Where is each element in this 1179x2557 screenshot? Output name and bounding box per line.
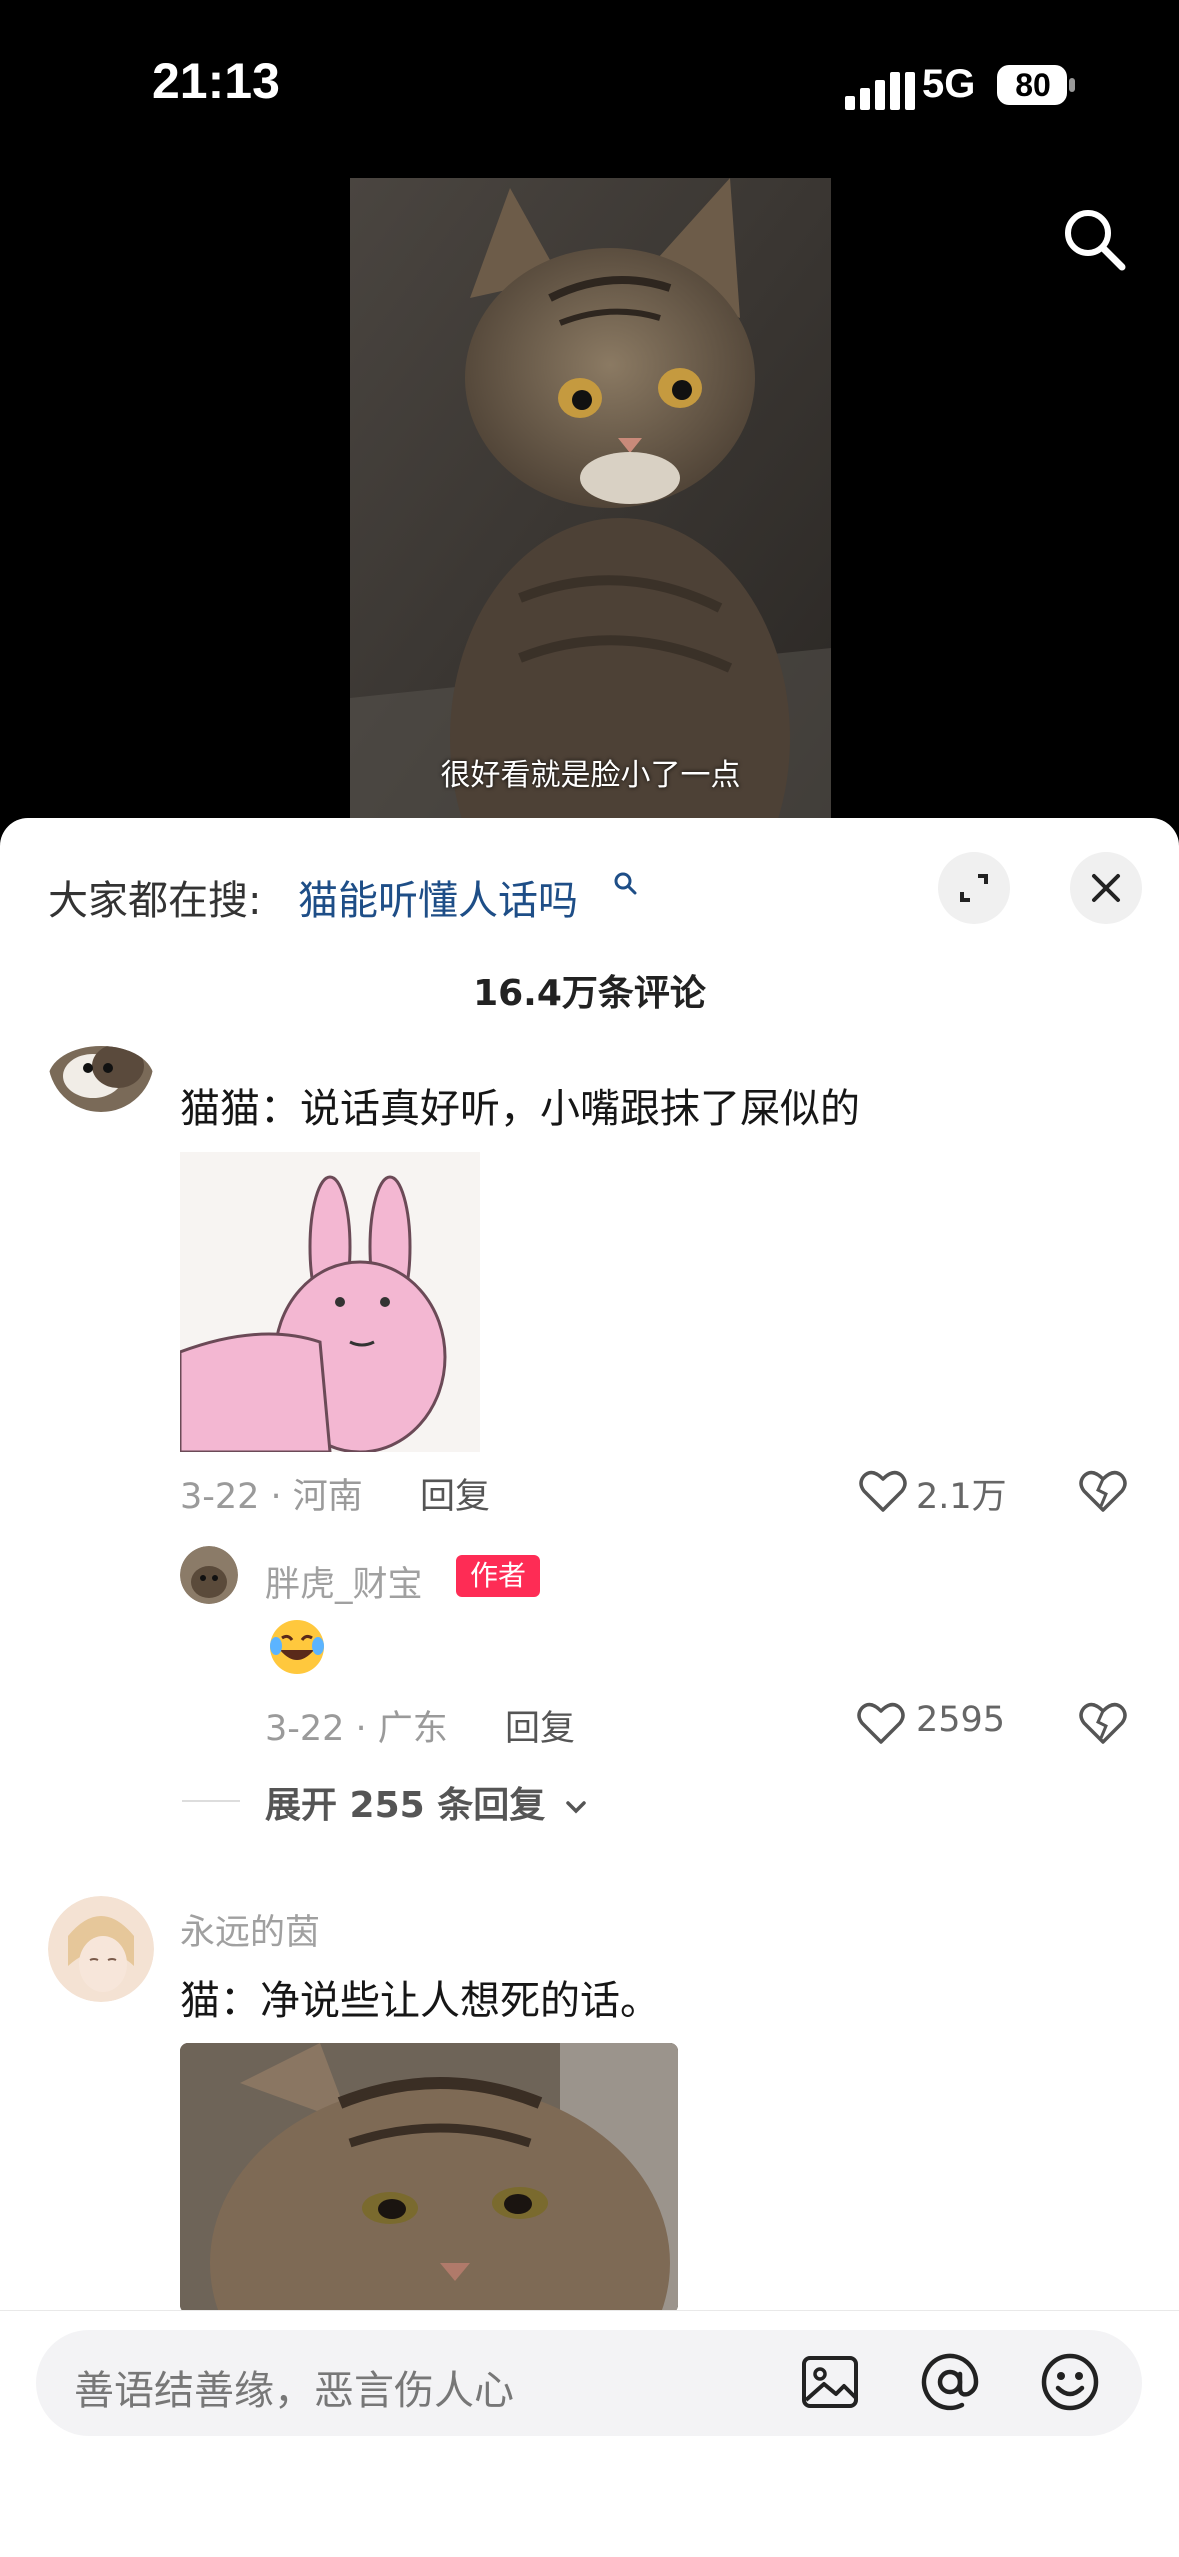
search-icon[interactable] bbox=[1060, 205, 1130, 275]
avatar[interactable] bbox=[48, 1896, 154, 2002]
divider bbox=[182, 1800, 240, 1802]
comment-image[interactable] bbox=[180, 2043, 678, 2313]
expand-replies-label: 展开 255 条回复 bbox=[265, 1785, 546, 1826]
search-icon[interactable] bbox=[612, 870, 638, 896]
laugh-cry-emoji-icon bbox=[270, 1620, 324, 1674]
comment-text: 猫：净说些让人想死的话。 bbox=[180, 1978, 660, 2024]
expand-replies-button[interactable]: 展开 255 条回复 bbox=[265, 1776, 590, 1828]
avatar[interactable] bbox=[180, 1546, 238, 1604]
heart-icon[interactable] bbox=[858, 1466, 908, 1516]
expand-icon bbox=[960, 874, 988, 902]
close-icon bbox=[1092, 874, 1120, 902]
like-count: 2.1万 bbox=[916, 1477, 1007, 1517]
comment-input-placeholder: 善语结善缘，恶言伤人心 bbox=[74, 2368, 514, 2414]
cat-video-frame bbox=[350, 178, 831, 823]
like-count: 2595 bbox=[916, 1700, 1006, 1740]
close-button[interactable] bbox=[1070, 852, 1142, 924]
author-badge: 作者 bbox=[456, 1555, 540, 1597]
network-label: 5G bbox=[922, 62, 976, 106]
reply-username[interactable]: 胖虎_财宝 bbox=[265, 1556, 423, 1607]
battery-level: 80 bbox=[1015, 67, 1051, 103]
broken-heart-icon[interactable] bbox=[1078, 1698, 1128, 1748]
bunny-sticker bbox=[178, 1152, 480, 1454]
avatar[interactable] bbox=[48, 1046, 154, 1112]
hot-search-link[interactable]: 猫能听懂人话吗 bbox=[298, 868, 578, 926]
reply-button[interactable]: 回复 bbox=[420, 1468, 490, 1519]
status-time: 21:13 bbox=[152, 53, 280, 109]
image-icon[interactable] bbox=[798, 2350, 862, 2414]
emoji-icon[interactable] bbox=[1038, 2350, 1102, 2414]
expand-button[interactable] bbox=[938, 852, 1010, 924]
broken-heart-icon[interactable] bbox=[1078, 1466, 1128, 1516]
comment-username[interactable]: 永远的茵 bbox=[180, 1904, 320, 1955]
comments-sheet: 大家都在搜: 猫能听懂人话吗 16.4万条评论 猫猫：说话真好听，小嘴跟抹了屎似… bbox=[0, 818, 1179, 2556]
comment-count: 16.4万条评论 bbox=[473, 973, 706, 1014]
cat-photo bbox=[180, 2043, 678, 2313]
reply-date-location: 3-22 · 广东 bbox=[265, 1709, 448, 1749]
video-subtitle: 很好看就是脸小了一点 bbox=[440, 758, 741, 793]
reply-button[interactable]: 回复 bbox=[505, 1700, 575, 1751]
hot-search-prefix: 大家都在搜: bbox=[48, 878, 262, 924]
heart-icon[interactable] bbox=[856, 1698, 906, 1748]
video-player[interactable] bbox=[350, 178, 831, 823]
chevron-down-icon bbox=[566, 1801, 586, 1814]
comment-text: 猫猫：说话真好听，小嘴跟抹了屎似的 bbox=[180, 1086, 860, 1132]
comment-date-location: 3-22 · 河南 bbox=[180, 1477, 363, 1517]
comment-sticker-image[interactable] bbox=[178, 1152, 480, 1454]
at-icon[interactable] bbox=[918, 2350, 982, 2414]
